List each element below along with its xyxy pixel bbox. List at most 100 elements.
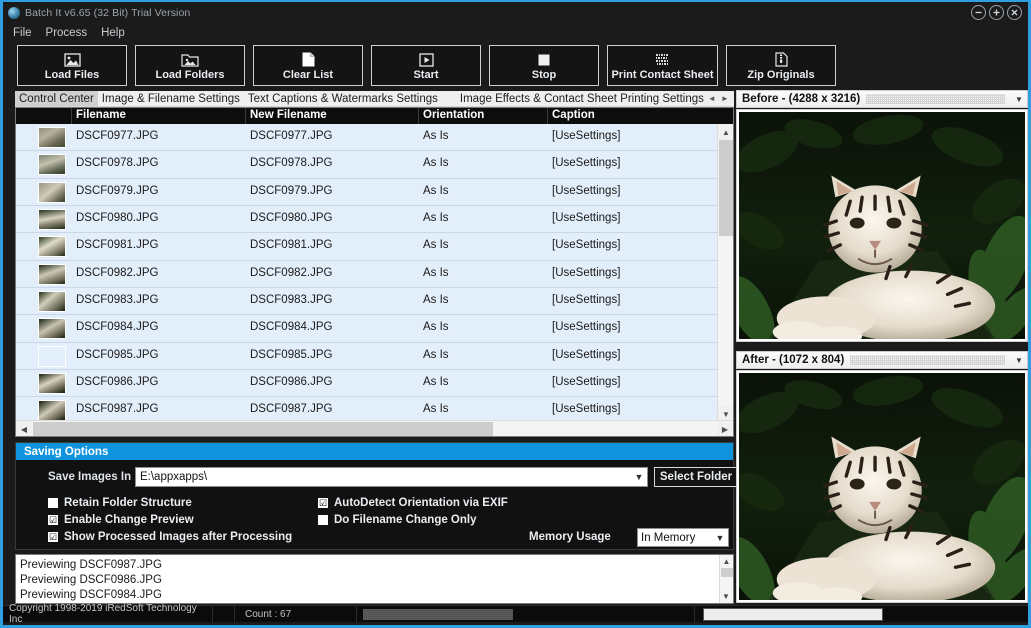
log-vertical-scrollbar[interactable]: ▲ ▼ <box>719 555 733 603</box>
status-bar: Copyright 1998-2019 iRedSoft Technology … <box>3 603 1028 625</box>
scroll-right-icon[interactable]: ▶ <box>717 421 733 436</box>
row-thumbnail <box>38 291 66 313</box>
load-files-button[interactable]: Load Files <box>17 45 127 86</box>
row-thumbnail <box>38 318 66 340</box>
checkbox-do-filename-change-only[interactable]: Do Filename Change Only <box>318 514 477 526</box>
scroll-down-icon[interactable]: ▼ <box>720 590 732 603</box>
cell-orientation: As Is <box>423 321 449 334</box>
memory-usage-label: Memory Usage <box>529 531 611 543</box>
scroll-up-icon[interactable]: ▲ <box>720 555 733 568</box>
column-header-filename[interactable]: Filename <box>76 109 126 121</box>
checkbox-box[interactable] <box>318 515 328 525</box>
checkbox-box[interactable] <box>48 498 58 508</box>
checkbox-show-processed-images[interactable]: ☑ Show Processed Images after Processing <box>48 531 292 543</box>
scroll-left-icon[interactable]: ◀ <box>16 421 32 436</box>
log-panel[interactable]: Previewing DSCF0987.JPG Previewing DSCF0… <box>15 554 734 604</box>
checkbox-retain-folder-structure[interactable]: Retain Folder Structure <box>48 497 192 509</box>
cell-filename: DSCF0981.JPG <box>76 239 159 252</box>
tab-prev-icon[interactable]: ◄ <box>708 94 716 103</box>
print-contact-sheet-button[interactable]: Print Contact Sheet <box>607 45 718 86</box>
before-preview-panel <box>736 109 1028 342</box>
column-header-orientation[interactable]: Orientation <box>423 109 484 121</box>
tab-image-effects[interactable]: Image Effects & Contact Sheet Printing S… <box>456 91 708 106</box>
cell-filename: DSCF0983.JPG <box>76 294 159 307</box>
window-title: Batch It v6.65 (32 Bit) Trial Version <box>25 6 191 19</box>
table-row[interactable]: DSCF0978.JPG DSCF0978.JPG As Is [UseSetting… <box>16 151 719 179</box>
column-header-new-filename[interactable]: New Filename <box>250 109 327 121</box>
tab-next-icon[interactable]: ► <box>721 94 729 103</box>
maximize-icon[interactable] <box>989 5 1004 20</box>
table-row[interactable]: DSCF0985.JPG DSCF0985.JPG As Is [UseSetting… <box>16 342 719 371</box>
tab-image-filename[interactable]: Image & Filename Settings <box>98 91 244 106</box>
save-path-combobox[interactable]: E:\appxapps\ ▼ <box>135 467 648 487</box>
start-button[interactable]: Start <box>371 45 481 86</box>
checkbox-box[interactable]: ☑ <box>48 515 58 525</box>
stop-label: Stop <box>531 69 557 81</box>
column-header-caption[interactable]: Caption <box>552 109 595 121</box>
cell-new-filename: DSCF0984.JPG <box>250 321 333 334</box>
blank-page-icon <box>302 51 315 68</box>
table-row[interactable]: DSCF0984.JPG DSCF0984.JPG As Is [UseSetting… <box>16 315 719 343</box>
close-icon[interactable] <box>1007 5 1022 20</box>
cell-filename: DSCF0987.JPG <box>76 403 159 416</box>
table-row[interactable]: DSCF0983.JPG DSCF0983.JPG As Is [UseSetting… <box>16 288 719 316</box>
minimize-icon[interactable] <box>971 5 986 20</box>
select-folder-button[interactable]: Select Folder <box>654 467 738 487</box>
table-row[interactable]: DSCF0981.JPG DSCF0981.JPG As Is [UseSetting… <box>16 233 719 261</box>
chevron-down-icon[interactable]: ▼ <box>1011 356 1027 365</box>
log-line: Previewing DSCF0986.JPG <box>20 574 162 586</box>
stop-button[interactable]: Stop <box>489 45 599 86</box>
chevron-down-icon[interactable]: ▼ <box>1011 95 1027 104</box>
scroll-up-icon[interactable]: ▲ <box>718 124 733 140</box>
app-icon <box>8 6 20 19</box>
cell-caption: [UseSettings] <box>552 376 621 389</box>
checkbox-box[interactable]: ☑ <box>318 498 328 508</box>
log-scrollbar-thumb[interactable] <box>721 568 733 577</box>
main-toolbar: Load Files Load Folders Clear List Start <box>17 45 1020 86</box>
log-line: Previewing DSCF0984.JPG <box>20 589 162 601</box>
memory-usage-value[interactable]: In Memory <box>638 532 712 544</box>
load-folders-label: Load Folders <box>155 69 225 81</box>
table-row[interactable]: DSCF0979.JPG DSCF0979.JPG As Is [UseSetting… <box>16 178 719 207</box>
column-separator <box>245 108 246 124</box>
cell-new-filename: DSCF0985.JPG <box>250 348 333 361</box>
print-contact-sheet-label: Print Contact Sheet <box>611 69 714 81</box>
menu-file[interactable]: File <box>13 27 32 39</box>
vertical-scrollbar-thumb[interactable] <box>719 140 733 236</box>
chevron-down-icon[interactable]: ▼ <box>631 472 647 482</box>
chevron-down-icon[interactable]: ▼ <box>712 533 728 543</box>
after-preview-header: After - (1072 x 804) ▼ <box>736 351 1028 369</box>
checkbox-enable-change-preview[interactable]: ☑ Enable Change Preview <box>48 514 194 526</box>
memory-usage-combobox[interactable]: In Memory ▼ <box>637 528 729 547</box>
zip-originals-button[interactable]: Zip Originals <box>726 45 836 86</box>
file-list-rows[interactable]: DSCF0977.JPG DSCF0977.JPG As Is [UseSetting… <box>16 124 719 422</box>
checkbox-label: Enable Change Preview <box>64 514 194 526</box>
file-list-vertical-scrollbar[interactable]: ▲ ▼ <box>717 124 733 422</box>
table-row[interactable]: DSCF0986.JPG DSCF0986.JPG As Is [UseSetting… <box>16 370 719 398</box>
play-icon <box>418 51 434 68</box>
progress-bar-secondary <box>695 606 1028 623</box>
menu-help[interactable]: Help <box>101 27 125 39</box>
after-preview-image <box>737 373 1027 602</box>
checkbox-label: Retain Folder Structure <box>64 497 192 509</box>
cell-new-filename: DSCF0983.JPG <box>250 294 333 307</box>
tab-control-center[interactable]: Control Center <box>15 91 98 106</box>
checkbox-autodetect-orientation-exif[interactable]: ☑ AutoDetect Orientation via EXIF <box>318 497 508 509</box>
cell-caption: [UseSettings] <box>552 403 621 416</box>
file-list-header: Filename New Filename Orientation Captio… <box>16 108 733 124</box>
checkbox-box[interactable]: ☑ <box>48 532 58 542</box>
progress-track <box>703 607 883 621</box>
tab-text-captions[interactable]: Text Captions & Watermarks Settings <box>244 91 442 106</box>
table-row[interactable]: DSCF0977.JPG DSCF0977.JPG As Is [UseSetting… <box>16 124 719 152</box>
cell-filename: DSCF0980.JPG <box>76 212 159 225</box>
horizontal-scrollbar-thumb[interactable] <box>33 422 493 436</box>
table-row[interactable]: DSCF0980.JPG DSCF0980.JPG As Is [UseSetting… <box>16 206 719 234</box>
cell-new-filename: DSCF0977.JPG <box>250 130 333 142</box>
table-row[interactable]: DSCF0987.JPG DSCF0987.JPG As Is [UseSetting… <box>16 397 719 422</box>
table-row[interactable]: DSCF0982.JPG DSCF0982.JPG As Is [UseSetting… <box>16 260 719 289</box>
save-path-value[interactable]: E:\appxapps\ <box>136 471 631 483</box>
menu-process[interactable]: Process <box>46 27 88 39</box>
file-list-horizontal-scrollbar[interactable]: ◀ ▶ <box>16 420 733 436</box>
clear-list-button[interactable]: Clear List <box>253 45 363 86</box>
load-folders-button[interactable]: Load Folders <box>135 45 245 86</box>
